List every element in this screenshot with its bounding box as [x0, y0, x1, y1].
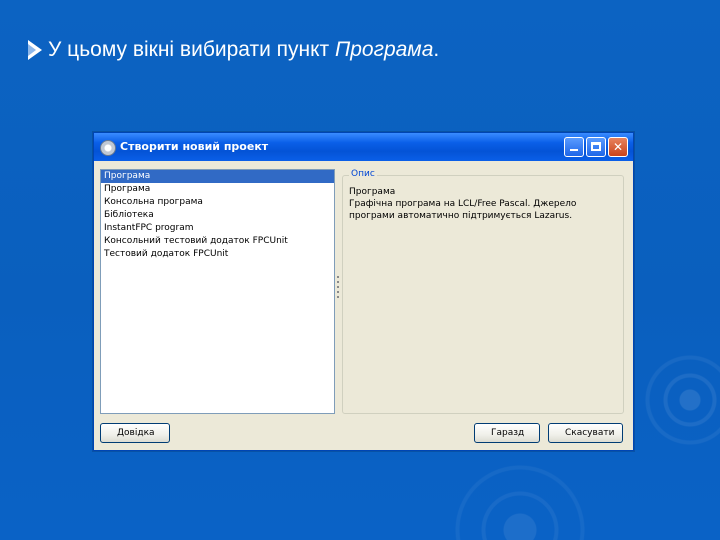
list-item[interactable]: Програма: [101, 170, 334, 183]
minimize-button[interactable]: [564, 137, 584, 157]
maximize-icon: [591, 142, 601, 151]
list-item[interactable]: Консольна програма: [101, 196, 334, 209]
help-button[interactable]: Довідка: [100, 423, 170, 443]
list-item[interactable]: Бібліотека: [101, 209, 334, 222]
ok-button-label: Гаразд: [491, 428, 525, 438]
cancel-button-label: Скасувати: [565, 428, 615, 438]
list-item[interactable]: InstantFPC program: [101, 222, 334, 235]
close-button[interactable]: ✕: [608, 137, 628, 157]
list-item[interactable]: Консольний тестовий додаток FPCUnit: [101, 235, 334, 248]
description-line: програми автоматично підтримується Lazar…: [349, 211, 573, 221]
description-line: Програма: [349, 187, 396, 197]
pane-splitter-handle[interactable]: [337, 273, 340, 303]
list-item[interactable]: Програма: [101, 183, 334, 196]
bullet-arrow-icon: [28, 40, 42, 60]
minimize-icon: [570, 149, 578, 151]
project-type-list[interactable]: Програма Програма Консольна програма Біб…: [100, 169, 335, 414]
title-item: Програма: [335, 38, 434, 61]
dialog-titlebar[interactable]: Створити новий проект ✕: [94, 133, 633, 161]
description-text: Програма Графічна програма на LCL/Free P…: [349, 186, 617, 222]
maximize-button[interactable]: [586, 137, 606, 157]
new-project-dialog: Створити новий проект ✕ Програма Програм…: [93, 132, 634, 451]
app-gear-icon: [100, 140, 116, 156]
description-group: Опис Програма Графічна програма на LCL/F…: [342, 169, 624, 414]
description-legend: Опис: [349, 169, 377, 179]
description-line: Графічна програма на LCL/Free Pascal. Дж…: [349, 199, 577, 209]
ok-button[interactable]: Гаразд: [474, 423, 540, 443]
cancel-button[interactable]: Скасувати: [548, 423, 623, 443]
help-button-label: Довідка: [117, 428, 155, 438]
close-icon: ✕: [612, 140, 624, 154]
slide-title: У цьому вікні вибирати пункт Програма.: [28, 36, 700, 64]
title-prefix: У цьому вікні вибирати пункт: [48, 38, 336, 61]
dialog-title: Створити новий проект: [120, 140, 269, 153]
title-suffix: .: [433, 38, 440, 61]
list-item[interactable]: Тестовий додаток FPCUnit: [101, 248, 334, 261]
